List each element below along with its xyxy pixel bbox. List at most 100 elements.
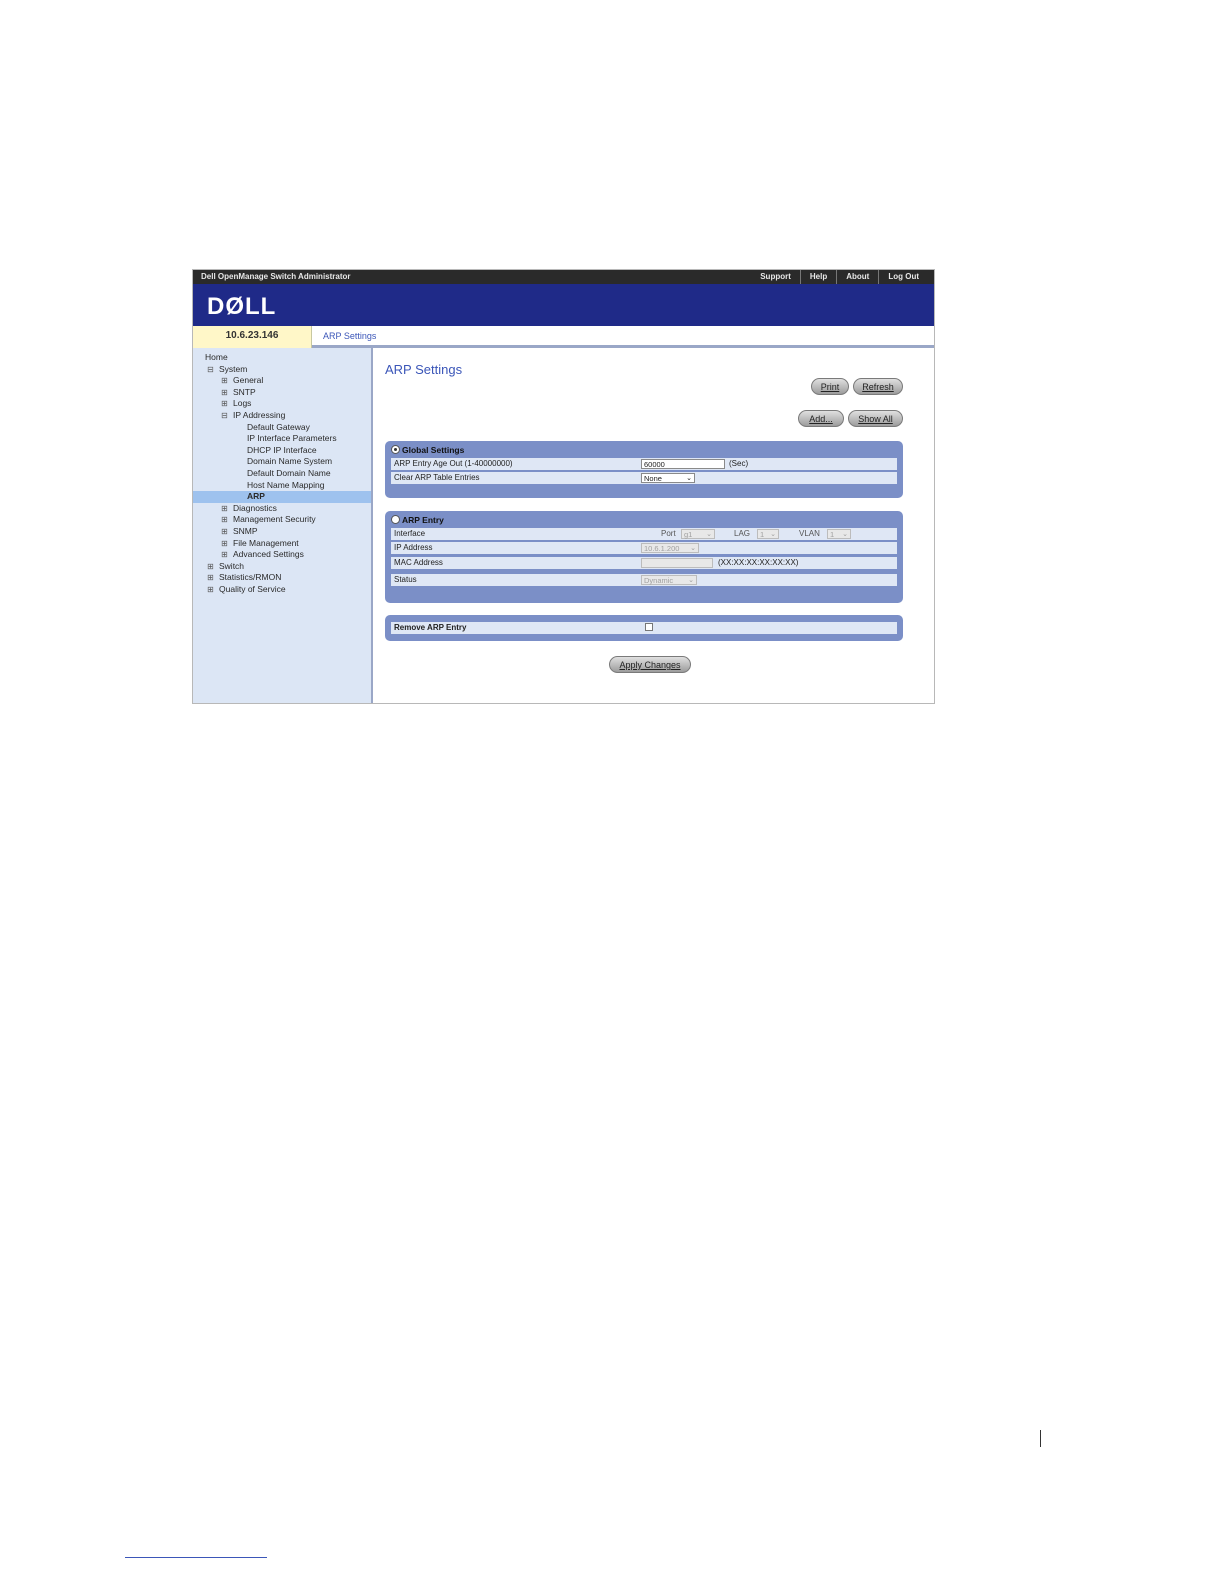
nav-item-switch[interactable]: ⊞ Switch bbox=[193, 561, 371, 573]
age-out-row: ARP Entry Age Out (1-40000000) 60000 (Se… bbox=[391, 458, 897, 470]
nav-item-file-management[interactable]: ⊞ File Management bbox=[193, 538, 371, 550]
expand-icon[interactable]: ⊞ bbox=[207, 584, 214, 596]
expand-icon[interactable]: ⊞ bbox=[221, 387, 228, 399]
nav-item-label: Diagnostics bbox=[233, 502, 277, 513]
nav-item-label: Advanced Settings bbox=[233, 549, 304, 560]
chevron-down-icon: ⌄ bbox=[688, 577, 694, 584]
nav-item-snmp[interactable]: ⊞ SNMP bbox=[193, 526, 371, 538]
arp-entry-radio[interactable] bbox=[391, 515, 400, 524]
nav-item-label: Home bbox=[205, 352, 228, 362]
about-link[interactable]: About bbox=[836, 270, 878, 284]
mac-row: MAC Address (XX:XX:XX:XX:XX:XX) bbox=[391, 557, 897, 569]
remove-entry-row: Remove ARP Entry bbox=[391, 622, 897, 634]
expand-icon[interactable]: ⊞ bbox=[221, 549, 228, 561]
vlan-select[interactable]: 1 ⌄ bbox=[827, 529, 851, 539]
lag-select[interactable]: 1 ⌄ bbox=[757, 529, 779, 539]
nav-tree: Home ⊟ System ⊞ General ⊞ SNTP ⊞ Logs ⊟ IP Address… bbox=[193, 348, 373, 703]
ip-select[interactable]: 10.6.1.200 ⌄ bbox=[641, 543, 699, 553]
add-button[interactable]: Add... bbox=[798, 410, 844, 427]
apply-changes-button[interactable]: Apply Changes bbox=[609, 656, 691, 673]
brand-banner: DØLL bbox=[193, 284, 934, 326]
nav-item-host-name-mapping[interactable]: Host Name Mapping bbox=[193, 480, 371, 492]
chevron-down-icon: ⌄ bbox=[842, 531, 848, 538]
port-value: g1 bbox=[684, 530, 693, 539]
nav-item-home[interactable]: Home bbox=[193, 352, 371, 364]
mac-input[interactable] bbox=[641, 558, 713, 568]
port-label: Port bbox=[661, 529, 676, 538]
ip-label: IP Address bbox=[394, 543, 433, 552]
expand-icon[interactable]: ⊞ bbox=[221, 398, 228, 410]
nav-item-ip-addressing[interactable]: ⊟ IP Addressing bbox=[193, 410, 371, 422]
expand-icon[interactable]: ⊞ bbox=[221, 538, 228, 550]
lag-value: 1 bbox=[760, 530, 765, 539]
nav-item-diagnostics[interactable]: ⊞ Diagnostics bbox=[193, 503, 371, 515]
nav-item-arp[interactable]: ARP bbox=[193, 491, 371, 503]
breadcrumb[interactable]: ARP Settings bbox=[323, 331, 376, 341]
top-links: Support Help About Log Out bbox=[751, 270, 928, 284]
mac-label: MAC Address bbox=[394, 558, 443, 567]
remove-entry-label: Remove ARP Entry bbox=[394, 623, 467, 632]
nav-item-label: Domain Name System bbox=[247, 456, 333, 467]
ip-value: 10.6.1.200 bbox=[644, 544, 680, 553]
status-row: Status Dynamic ⌄ bbox=[391, 574, 897, 586]
port-select[interactable]: g1 ⌄ bbox=[681, 529, 715, 539]
collapse-icon[interactable]: ⊟ bbox=[221, 410, 228, 422]
arp-entry-panel: ARP Entry Interface Port g1 ⌄ LAG 1 ⌄ VLAN… bbox=[385, 511, 903, 603]
nav-item-label: File Management bbox=[233, 537, 299, 548]
collapse-icon[interactable]: ⊟ bbox=[207, 364, 214, 376]
expand-icon[interactable]: ⊞ bbox=[221, 503, 228, 515]
nav-item-label: Logs bbox=[233, 398, 252, 409]
global-settings-header: Global Settings bbox=[391, 445, 464, 455]
nav-item-logs[interactable]: ⊞ Logs bbox=[193, 398, 371, 410]
vlan-label: VLAN bbox=[799, 529, 820, 538]
nav-item-system[interactable]: ⊟ System bbox=[193, 364, 371, 376]
nav-item-quality-of-service[interactable]: ⊞ Quality of Service bbox=[193, 584, 371, 596]
nav-item-sntp[interactable]: ⊞ SNTP bbox=[193, 387, 371, 399]
nav-item-default-domain-name[interactable]: Default Domain Name bbox=[193, 468, 371, 480]
nav-item-advanced-settings[interactable]: ⊞ Advanced Settings bbox=[193, 549, 371, 561]
page-title: ARP Settings bbox=[385, 362, 463, 377]
age-out-input[interactable]: 60000 bbox=[641, 459, 725, 469]
expand-icon[interactable]: ⊞ bbox=[221, 526, 228, 538]
nav-item-label: General bbox=[233, 375, 264, 386]
expand-icon[interactable]: ⊞ bbox=[207, 561, 214, 573]
nav-item-general[interactable]: ⊞ General bbox=[193, 375, 371, 387]
global-settings-radio[interactable] bbox=[391, 445, 400, 454]
nav-item-label: SNTP bbox=[233, 386, 256, 397]
expand-icon[interactable]: ⊞ bbox=[207, 572, 214, 584]
nav-item-domain-name-system[interactable]: Domain Name System bbox=[193, 456, 371, 468]
app-title: Dell OpenManage Switch Administrator bbox=[201, 272, 351, 281]
support-link[interactable]: Support bbox=[751, 270, 800, 284]
status-label: Status bbox=[394, 575, 417, 584]
nav-item-label: ARP bbox=[247, 491, 265, 502]
print-button[interactable]: Print bbox=[811, 378, 849, 395]
clear-table-select[interactable]: None ⌄ bbox=[641, 473, 695, 483]
expand-icon[interactable]: ⊞ bbox=[221, 514, 228, 526]
global-settings-label: Global Settings bbox=[402, 445, 465, 455]
help-link[interactable]: Help bbox=[799, 270, 836, 284]
nav-item-ip-interface-parameters[interactable]: IP Interface Parameters bbox=[193, 433, 371, 445]
nav-item-label: IP Addressing bbox=[233, 409, 286, 420]
refresh-button[interactable]: Refresh bbox=[853, 378, 903, 395]
nav-item-label: Host Name Mapping bbox=[247, 479, 325, 490]
chevron-down-icon: ⌄ bbox=[770, 531, 776, 538]
age-out-label: ARP Entry Age Out (1-40000000) bbox=[394, 459, 513, 468]
nav-item-management-security[interactable]: ⊞ Management Security bbox=[193, 514, 371, 526]
nav-item-statistics-rmon[interactable]: ⊞ Statistics/RMON bbox=[193, 572, 371, 584]
arp-entry-header: ARP Entry bbox=[391, 515, 444, 525]
dell-logo: DØLL bbox=[207, 293, 277, 320]
interface-label: Interface bbox=[394, 529, 426, 538]
expand-icon[interactable]: ⊞ bbox=[221, 375, 228, 387]
global-settings-panel: Global Settings ARP Entry Age Out (1-400… bbox=[385, 441, 903, 498]
show-all-button[interactable]: Show All bbox=[848, 410, 903, 427]
nav-item-label: Default Gateway bbox=[247, 421, 310, 432]
status-select[interactable]: Dynamic ⌄ bbox=[641, 575, 697, 585]
nav-item-label: IP Interface Parameters bbox=[247, 433, 337, 444]
remove-entry-checkbox[interactable] bbox=[645, 623, 653, 631]
logout-link[interactable]: Log Out bbox=[878, 270, 928, 284]
nav-item-default-gateway[interactable]: Default Gateway bbox=[193, 422, 371, 434]
nav-item-dhcp-ip-interface[interactable]: DHCP IP Interface bbox=[193, 445, 371, 457]
device-ip: 10.6.23.146 bbox=[193, 326, 312, 348]
nav-list: Home ⊟ System ⊞ General ⊞ SNTP ⊞ Logs ⊟ IP Address… bbox=[193, 348, 371, 595]
clear-table-label: Clear ARP Table Entries bbox=[394, 473, 480, 482]
